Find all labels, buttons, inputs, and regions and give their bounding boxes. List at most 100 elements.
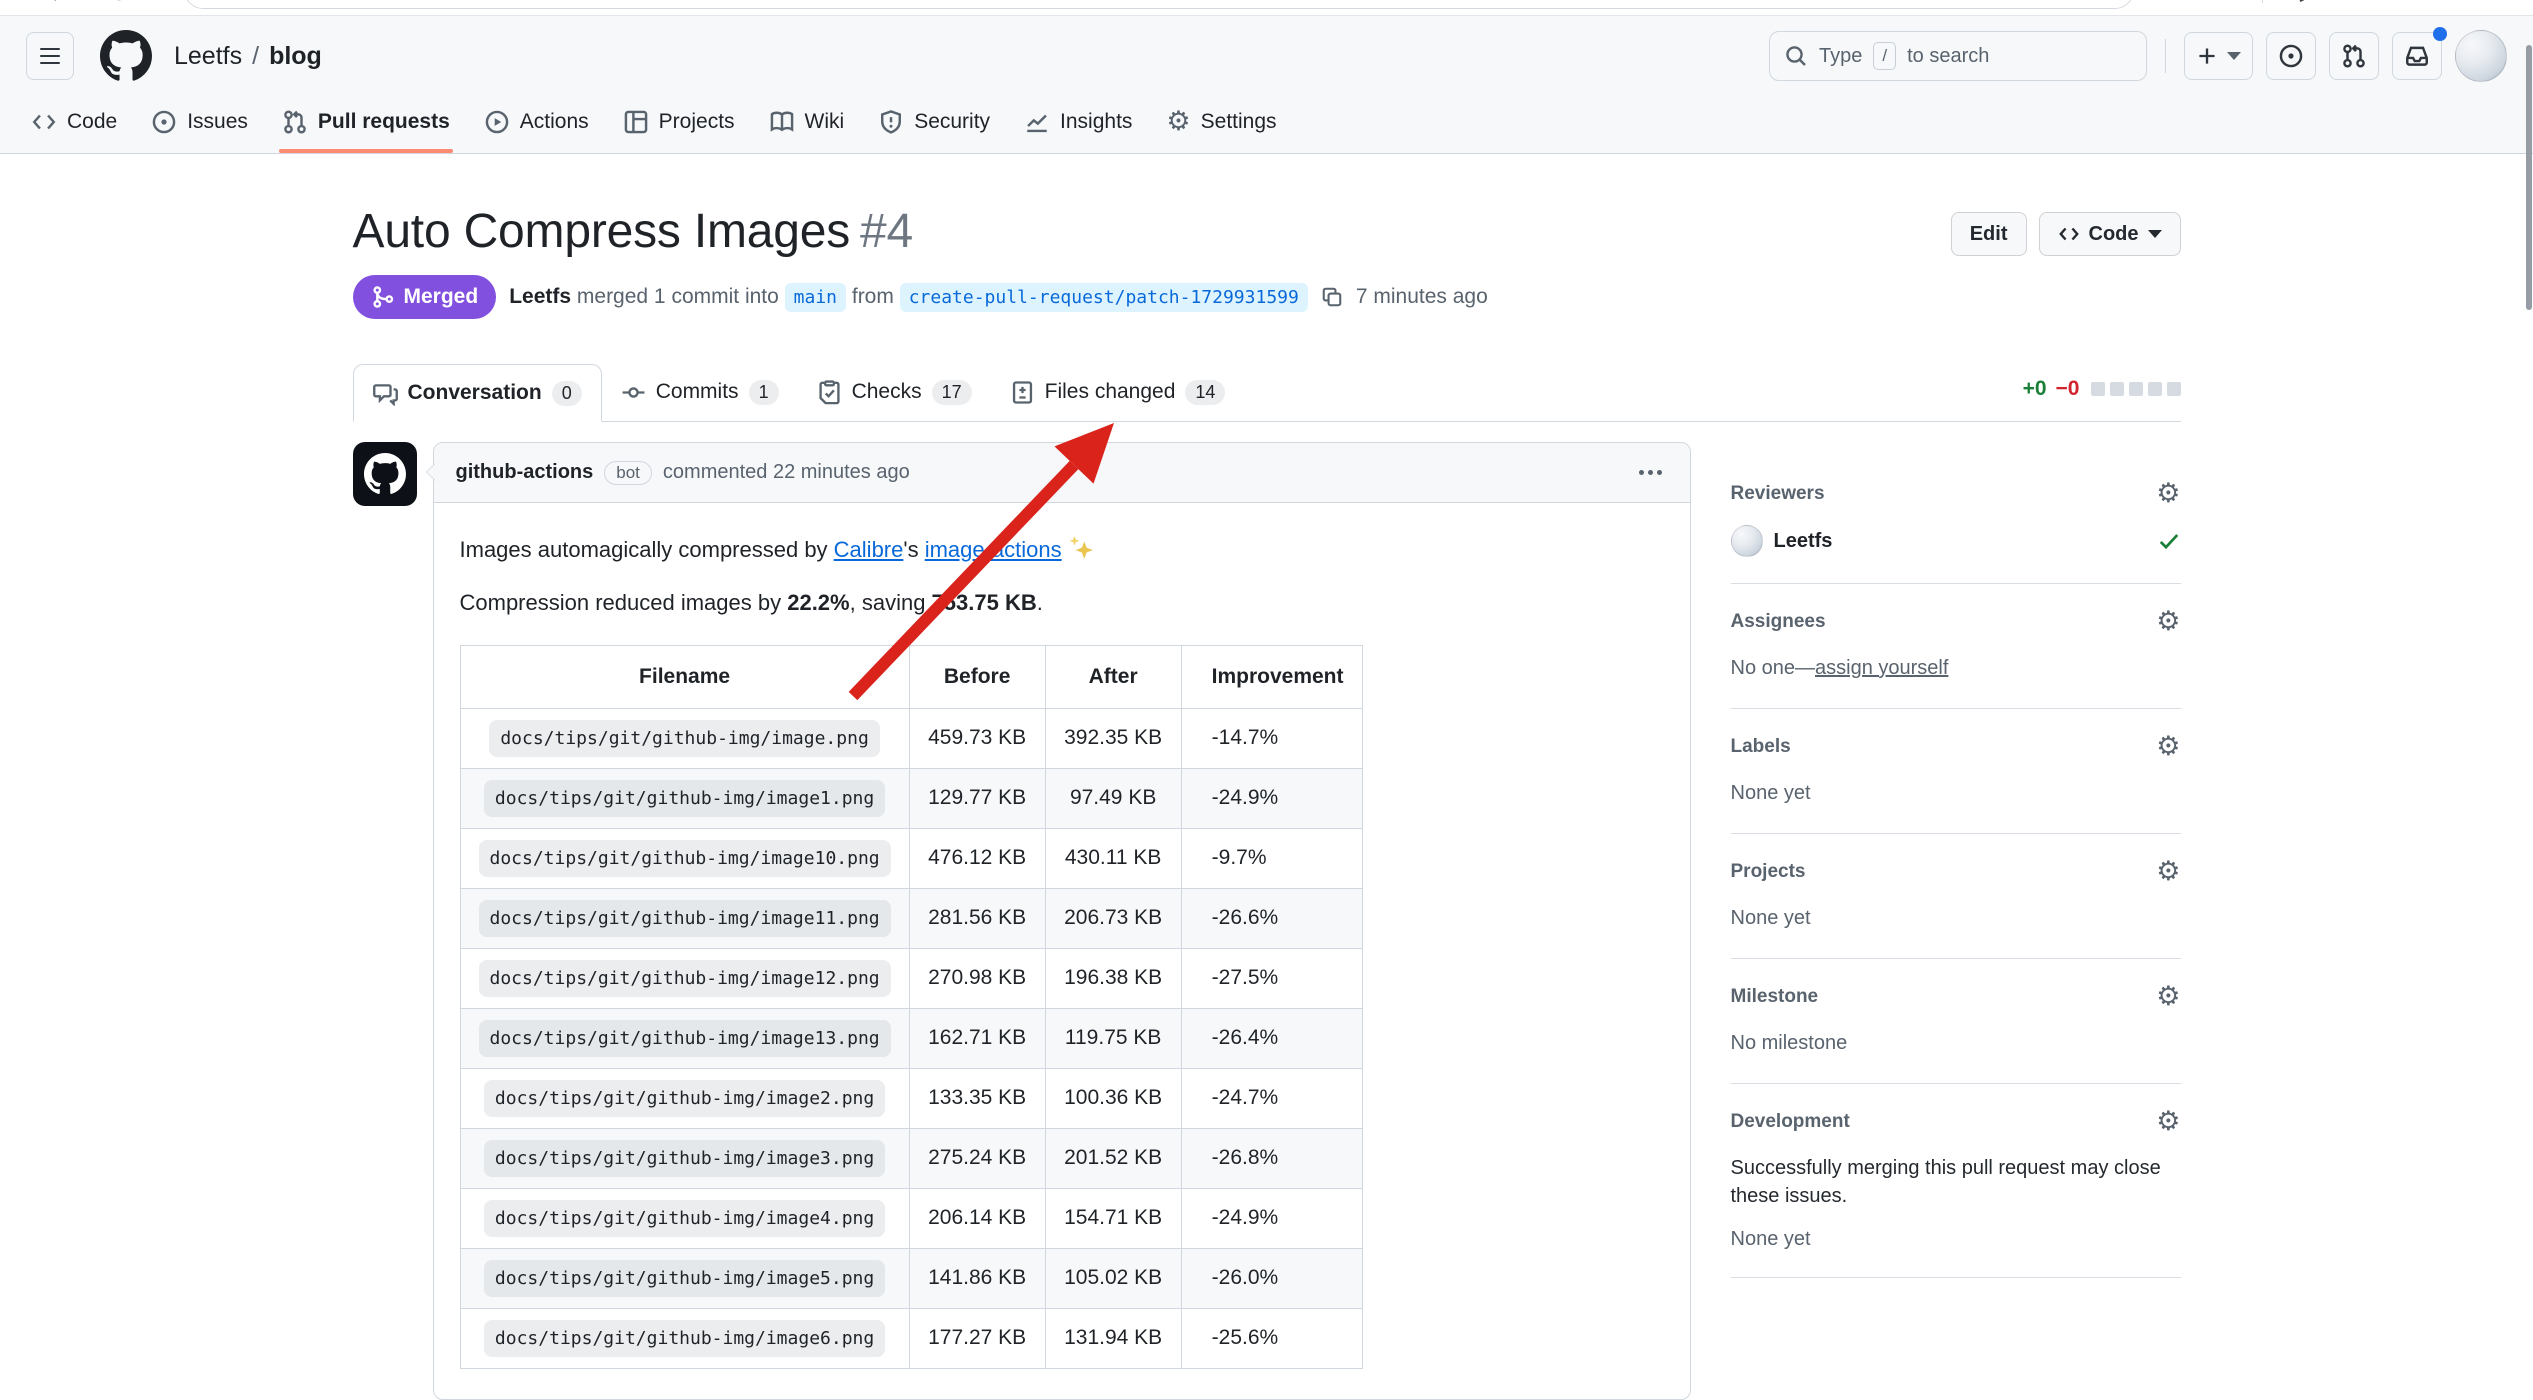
pull-requests-dashboard-button[interactable] <box>2329 32 2379 80</box>
gear-icon[interactable]: ⚙ <box>2156 856 2180 887</box>
nav-tab-insights[interactable]: Insights <box>1007 90 1149 153</box>
sparkles-icon <box>1068 535 1094 561</box>
nav-tab-projects[interactable]: Projects <box>606 90 752 153</box>
user-avatar[interactable] <box>2455 30 2507 82</box>
nav-tab-security[interactable]: Security <box>861 90 1007 153</box>
reviewers-title: Reviewers <box>1731 483 1825 505</box>
assign-yourself-link[interactable]: assign yourself <box>1815 657 1948 679</box>
browser-address-bar[interactable]: https://github.com/Leetfs/blog/pull/4 <box>184 0 2134 9</box>
copy-branch-icon[interactable] <box>1321 286 1343 308</box>
breadcrumb-repo-link[interactable]: blog <box>269 42 322 71</box>
code-icon <box>2058 223 2080 245</box>
tab-conversation[interactable]: Conversation 0 <box>353 364 602 422</box>
tab-checks[interactable]: Checks 17 <box>798 363 991 421</box>
hamburger-menu-button[interactable] <box>26 32 74 80</box>
comment-body: Images automagically compressed by Calib… <box>434 503 1690 1399</box>
col-after: After <box>1045 646 1181 709</box>
table-row: docs/tips/git/github-img/image3.png275.2… <box>460 1128 1362 1188</box>
search-placeholder-post: to search <box>1907 45 1989 68</box>
breadcrumb-owner-link[interactable]: Leetfs <box>174 42 242 71</box>
edit-button[interactable]: Edit <box>1951 212 2027 256</box>
compression-percent: 22.2% <box>787 590 849 615</box>
head-branch-label[interactable]: create-pull-request/patch-1729931599 <box>900 283 1308 312</box>
base-branch-label[interactable]: main <box>785 283 846 312</box>
shield-icon <box>878 109 904 135</box>
code-dropdown-button[interactable]: Code <box>2039 212 2181 256</box>
nav-tab-actions[interactable]: Actions <box>467 90 606 153</box>
kebab-menu-icon[interactable] <box>1633 464 1668 481</box>
plus-icon <box>2196 45 2218 67</box>
notification-dot <box>2433 27 2447 41</box>
download-icon[interactable] <box>2212 0 2236 2</box>
gear-icon: ⚙ <box>1166 108 1190 135</box>
issue-opened-icon <box>2278 43 2304 69</box>
github-logo-icon[interactable] <box>100 30 152 82</box>
repo-navigation: Code Issues Pull requests Actions Projec… <box>0 90 2533 153</box>
browser-reload-icon[interactable] <box>106 0 132 3</box>
browser-back-icon[interactable] <box>40 0 66 3</box>
gear-icon[interactable]: ⚙ <box>2156 981 2180 1012</box>
col-improvement: Improvement <box>1181 646 1362 709</box>
commits-count: 1 <box>749 380 779 405</box>
global-search-input[interactable]: Type / to search <box>1769 31 2147 81</box>
nav-tab-code[interactable]: Code <box>14 90 134 153</box>
reader-mode-icon[interactable] <box>1891 0 1913 1</box>
pr-title: Auto Compress Images#4 <box>353 204 914 259</box>
assignees-title: Assignees <box>1731 611 1826 633</box>
picture-in-picture-icon[interactable] <box>2041 0 2063 1</box>
sidebar-section-development: Development ⚙ Successfully merging this … <box>1731 1084 2181 1278</box>
github-actions-avatar[interactable] <box>353 442 417 506</box>
translate-icon[interactable] <box>1941 0 1963 1</box>
sidebar-section-labels: Labels ⚙ None yet <box>1731 709 2181 834</box>
page-scrollbar[interactable] <box>2526 45 2532 310</box>
nav-tab-issues[interactable]: Issues <box>134 90 265 153</box>
diffstat-square <box>2110 382 2124 396</box>
tab-commits[interactable]: Commits 1 <box>602 363 798 421</box>
merge-summary: Leetfs merged 1 commit into main from cr… <box>509 285 1308 309</box>
bookmark-star-icon[interactable] <box>2091 0 2115 2</box>
nav-tab-settings[interactable]: ⚙ Settings <box>1149 90 1293 153</box>
adblock-shield-icon[interactable] <box>2160 0 2186 3</box>
image-actions-link[interactable]: image-actions <box>925 537 1062 562</box>
comment-paragraph-2: Compression reduced images by 22.2%, sav… <box>460 586 1664 619</box>
extension-cursor-icon[interactable] <box>2289 0 2313 2</box>
table-row: docs/tips/git/github-img/image1.png129.7… <box>460 768 1362 828</box>
create-new-button[interactable] <box>2184 32 2253 80</box>
bot-badge: bot <box>604 461 652 485</box>
browser-chrome: https://github.com/Leetfs/blog/pull/4 <box>0 0 2533 16</box>
table-row: docs/tips/git/github-img/image2.png133.3… <box>460 1068 1362 1128</box>
gear-icon[interactable]: ⚙ <box>2156 606 2180 637</box>
table-row: docs/tips/git/github-img/image6.png177.2… <box>460 1308 1362 1368</box>
tab-files-changed[interactable]: Files changed 14 <box>991 363 1245 421</box>
reviewer-avatar[interactable] <box>1731 525 1763 557</box>
breadcrumb-separator: / <box>252 42 259 71</box>
issues-dashboard-button[interactable] <box>2266 32 2316 80</box>
nav-tab-pull-requests[interactable]: Pull requests <box>265 90 467 153</box>
calibre-link[interactable]: Calibre <box>834 537 904 562</box>
table-row: docs/tips/git/github-img/image5.png141.8… <box>460 1248 1362 1308</box>
merge-author-link[interactable]: Leetfs <box>509 285 571 308</box>
diffstat-square <box>2091 382 2105 396</box>
saved-size: 753.75 KB <box>932 590 1037 615</box>
sidebar-panel-icon[interactable] <box>2415 0 2439 2</box>
chevron-down-icon <box>2148 230 2162 238</box>
github-header: Leetfs / blog Type / to search <box>0 16 2533 154</box>
sidebar-section-reviewers: Reviewers ⚙ Leetfs <box>1731 442 2181 584</box>
pr-page: Auto Compress Images#4 Edit Code Merged … <box>0 154 2533 1400</box>
table-row: docs/tips/git/github-img/image13.png162.… <box>460 1008 1362 1068</box>
nav-tab-wiki[interactable]: Wiki <box>752 90 862 153</box>
reviewer-name-link[interactable]: Leetfs <box>1774 530 1833 553</box>
table-row: docs/tips/git/github-img/image11.png281.… <box>460 888 1362 948</box>
labels-title: Labels <box>1731 736 1791 758</box>
diffstat: +0 −0 <box>2023 377 2181 421</box>
gear-icon[interactable]: ⚙ <box>2156 478 2180 509</box>
deletions-count: −0 <box>2056 377 2080 401</box>
git-merge-icon <box>371 285 395 309</box>
gear-icon[interactable]: ⚙ <box>2156 731 2180 762</box>
sidebar-section-milestone: Milestone ⚙ No milestone <box>1731 959 2181 1084</box>
comment-author-link[interactable]: github-actions <box>456 461 594 484</box>
pr-sidebar: Reviewers ⚙ Leetfs Assignees ⚙ <box>1731 442 2181 1278</box>
tracking-shield-icon[interactable] <box>1991 0 2013 1</box>
gear-icon[interactable]: ⚙ <box>2156 1106 2180 1137</box>
comment-card: github-actions bot commented 22 minutes … <box>433 442 1691 1400</box>
